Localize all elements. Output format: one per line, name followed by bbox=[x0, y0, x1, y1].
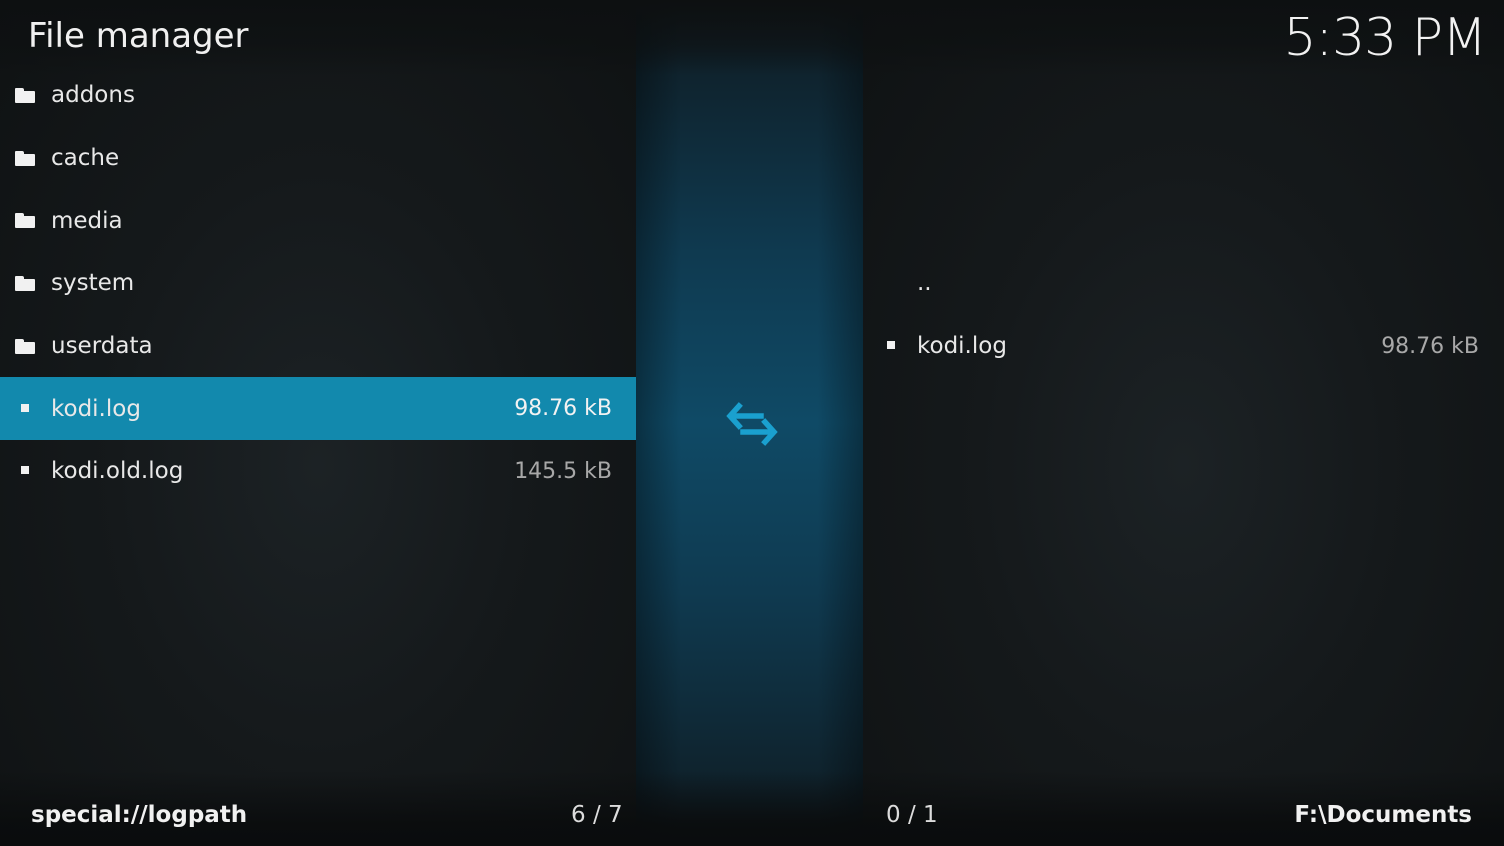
item-name: addons bbox=[51, 82, 135, 109]
item-name: userdata bbox=[51, 333, 153, 360]
folder-icon bbox=[15, 150, 51, 166]
folder-icon bbox=[15, 275, 51, 291]
left-item-count: 6 / 7 bbox=[571, 802, 623, 828]
item-size: 98.76 kB bbox=[1381, 333, 1479, 359]
right-list-item-parent[interactable]: .. bbox=[863, 252, 1504, 315]
item-size: 145.5 kB bbox=[514, 458, 612, 484]
left-list-item-kodi-old-log[interactable]: kodi.old.log 145.5 kB bbox=[0, 440, 636, 503]
folder-icon bbox=[15, 338, 51, 354]
clock: 5:33 PM bbox=[1283, 8, 1487, 68]
right-item-count: 0 / 1 bbox=[886, 802, 938, 828]
left-list-item-cache[interactable]: cache bbox=[0, 127, 636, 190]
right-pane-background bbox=[863, 0, 1504, 846]
item-name: kodi.log bbox=[917, 333, 1007, 360]
file-icon bbox=[881, 341, 917, 350]
file-icon bbox=[15, 403, 51, 412]
left-list-item-media[interactable]: media bbox=[0, 189, 636, 252]
page-title: File manager bbox=[28, 16, 249, 56]
item-name: kodi.log bbox=[51, 395, 141, 422]
folder-icon bbox=[15, 213, 51, 229]
right-path: F:\Documents bbox=[1294, 802, 1472, 828]
item-name: kodi.old.log bbox=[51, 458, 184, 485]
right-file-list: .. kodi.log 98.76 kB bbox=[863, 252, 1504, 377]
item-name: media bbox=[51, 207, 123, 234]
item-name: system bbox=[51, 270, 135, 297]
swap-arrows-icon[interactable] bbox=[725, 400, 779, 448]
folder-icon bbox=[15, 87, 51, 103]
file-icon bbox=[15, 466, 51, 475]
left-list-item-addons[interactable]: addons bbox=[0, 64, 636, 127]
left-list-item-system[interactable]: system bbox=[0, 252, 636, 315]
item-name: .. bbox=[917, 270, 932, 297]
right-list-item-kodi-log[interactable]: kodi.log 98.76 kB bbox=[863, 315, 1504, 378]
item-name: cache bbox=[51, 145, 120, 172]
left-path: special://logpath bbox=[31, 802, 248, 828]
left-file-list: addons cache media system userdata kodi.… bbox=[0, 64, 636, 503]
item-size: 98.76 kB bbox=[514, 396, 612, 422]
left-list-item-userdata[interactable]: userdata bbox=[0, 315, 636, 378]
left-list-item-kodi-log[interactable]: kodi.log 98.76 kB bbox=[0, 377, 636, 441]
